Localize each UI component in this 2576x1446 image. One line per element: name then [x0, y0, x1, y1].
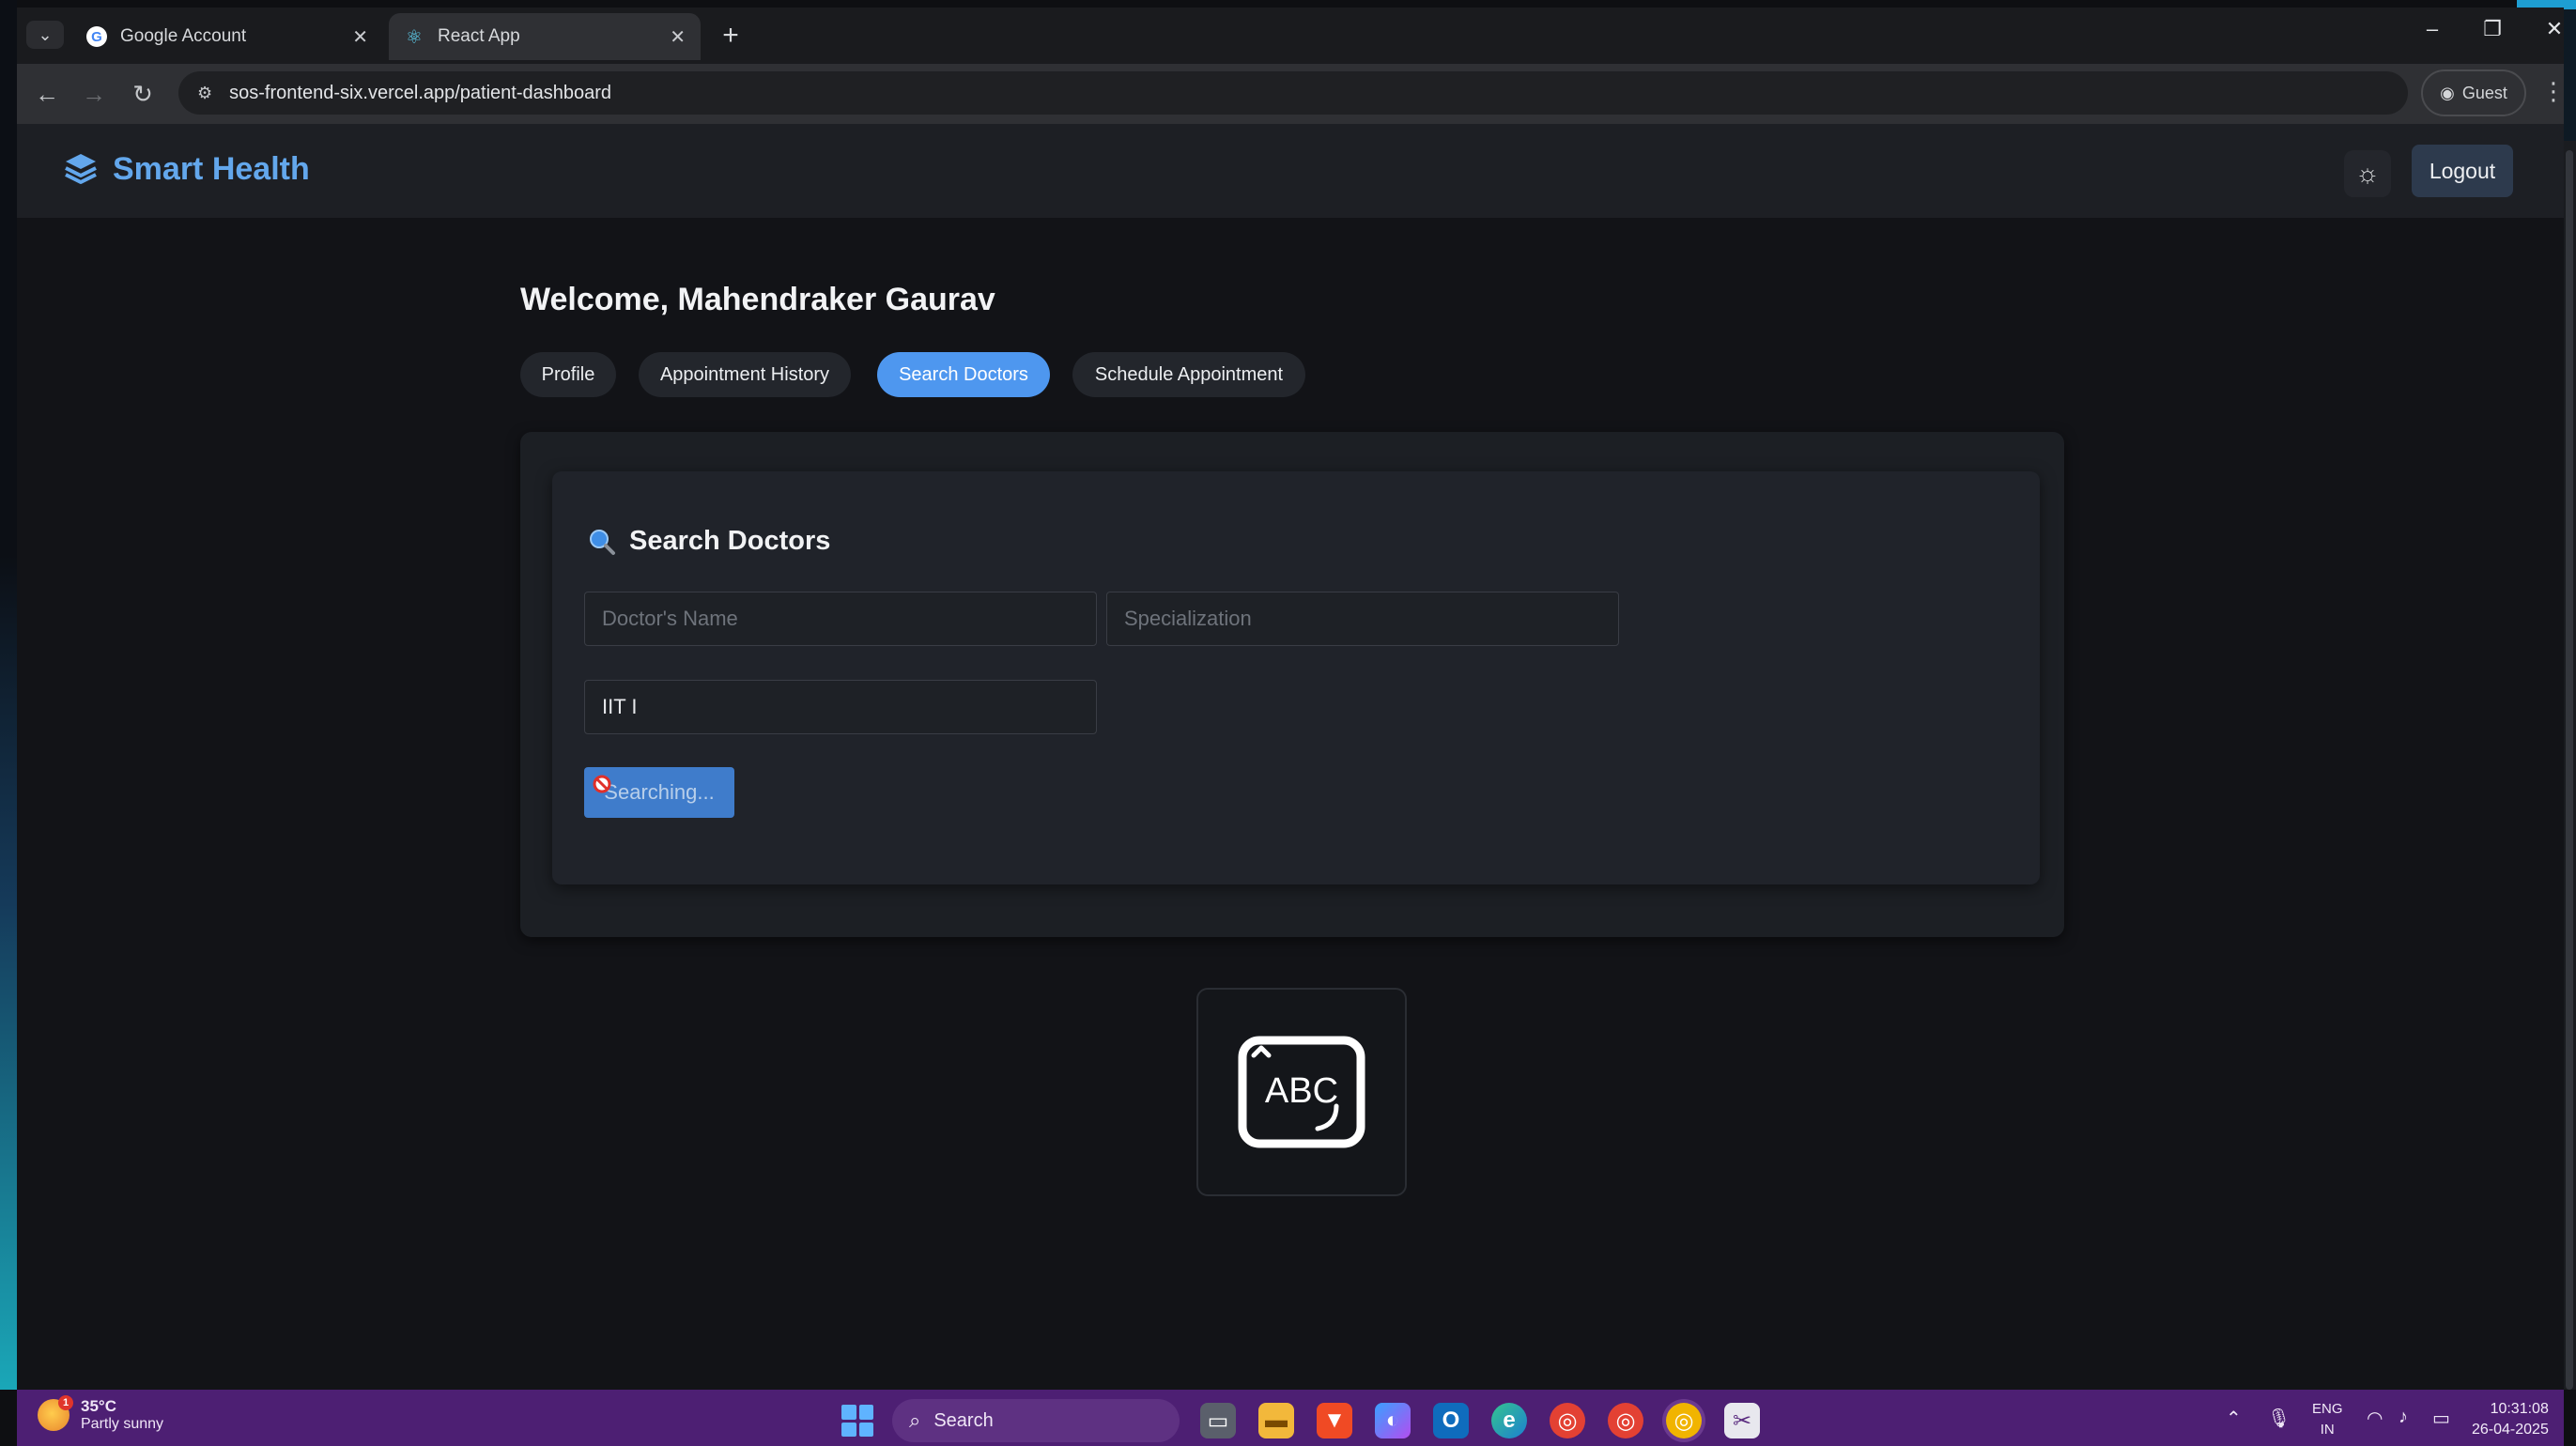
- profile-label: Guest: [2461, 83, 2507, 102]
- brave-browser-icon[interactable]: ▼: [1317, 1403, 1352, 1438]
- reload-icon: ↻: [132, 79, 153, 108]
- outlook-icon[interactable]: O: [1433, 1403, 1469, 1438]
- snipping-tool-icon[interactable]: ✂: [1724, 1403, 1760, 1438]
- not-allowed-cursor-icon: [593, 775, 611, 793]
- arrow-right-icon: →: [82, 79, 106, 108]
- tab-appointment-history[interactable]: Appointment History: [639, 352, 851, 397]
- partly-sunny-icon: 1: [38, 1395, 73, 1431]
- notification-badge: 1: [58, 1395, 73, 1410]
- url-text: sos-frontend-six.vercel.app/patient-dash…: [229, 82, 612, 103]
- volume-icon[interactable]: ♪: [2399, 1407, 2408, 1428]
- tab-title: React App: [438, 26, 520, 46]
- system-clock[interactable]: 10:31:08 26-04-2025: [2472, 1399, 2549, 1440]
- desktop-background-left: [0, 0, 17, 1390]
- search-icon: ⌕: [909, 1408, 921, 1432]
- weather-widget[interactable]: 1 35°C Partly sunny: [38, 1395, 164, 1433]
- chrome-profile-icon[interactable]: ◎: [1608, 1403, 1643, 1438]
- keyboard-abc-icon: ABC: [1238, 1036, 1365, 1148]
- doctor-name-input[interactable]: [584, 592, 1097, 646]
- sun-icon: ☼: [2355, 159, 2380, 188]
- browser-tab-react-app[interactable]: ⚛ React App ✕: [389, 13, 701, 60]
- react-icon: ⚛: [406, 26, 423, 48]
- on-screen-keyboard-tile[interactable]: ABC: [1196, 988, 1407, 1196]
- back-button[interactable]: ←: [28, 75, 66, 113]
- language-code: ENG: [2312, 1401, 2343, 1417]
- close-icon: ✕: [2545, 17, 2564, 40]
- specialization-input[interactable]: [1106, 592, 1619, 646]
- minimize-button[interactable]: –: [2414, 17, 2451, 41]
- profile-button[interactable]: ◉ Guest: [2421, 69, 2526, 116]
- layers-icon: [65, 154, 97, 184]
- keyboard-label: ABC: [1265, 1071, 1338, 1111]
- tab-search-doctors[interactable]: Search Doctors: [877, 352, 1050, 397]
- restore-icon: ❐: [2483, 17, 2502, 40]
- tab-title: Google Account: [120, 26, 247, 46]
- logout-button[interactable]: Logout: [2412, 145, 2513, 197]
- input-language-indicator[interactable]: ENG IN: [2312, 1399, 2343, 1440]
- chevron-up-icon[interactable]: ⌃: [2226, 1407, 2242, 1430]
- user-circle-icon: ◉: [2440, 83, 2455, 102]
- tab-profile[interactable]: Profile: [520, 352, 616, 397]
- location-input[interactable]: [584, 680, 1097, 734]
- new-tab-button[interactable]: +: [714, 19, 748, 53]
- reload-button[interactable]: ↻: [124, 75, 162, 113]
- arrow-left-icon: ←: [35, 79, 59, 108]
- scrollbar-thumb[interactable]: [2566, 150, 2573, 1390]
- chrome-icon[interactable]: ◎: [1550, 1403, 1585, 1438]
- battery-icon[interactable]: ▭: [2432, 1407, 2450, 1430]
- task-view-icon[interactable]: ▭: [1200, 1403, 1236, 1438]
- wifi-icon[interactable]: ◠: [2367, 1407, 2383, 1430]
- weather-temperature: 35°C: [81, 1397, 116, 1415]
- windows-logo-icon: [841, 1405, 856, 1420]
- taskbar-search-label: Search: [933, 1409, 994, 1431]
- edge-icon[interactable]: e: [1491, 1403, 1527, 1438]
- region-code: IN: [2320, 1422, 2335, 1438]
- tab-search-menu-button[interactable]: ⌄: [26, 21, 64, 49]
- clock-time: 10:31:08: [2490, 1401, 2549, 1417]
- copilot-icon[interactable]: ◐: [1375, 1403, 1411, 1438]
- brand-name: Smart Health: [113, 150, 310, 187]
- weather-condition: Partly sunny: [81, 1416, 164, 1432]
- search-title-text: Search Doctors: [629, 526, 831, 556]
- google-icon: G: [86, 26, 107, 47]
- magnifier-icon: [590, 529, 615, 555]
- brand-logo[interactable]: Smart Health: [62, 150, 310, 188]
- plus-icon: +: [722, 20, 739, 51]
- app-header: [17, 124, 2564, 218]
- chrome-active-icon[interactable]: ◎: [1666, 1403, 1702, 1438]
- microphone-icon[interactable]: 🎙: [2267, 1407, 2291, 1430]
- minimize-icon: –: [2426, 17, 2439, 40]
- browser-tab-google-account[interactable]: G Google Account ✕: [71, 13, 383, 60]
- clock-date: 26-04-2025: [2472, 1422, 2549, 1438]
- more-vertical-icon: ⋮: [2541, 77, 2566, 105]
- theme-toggle-button[interactable]: ☼: [2344, 150, 2391, 197]
- browser-menu-button[interactable]: ⋮: [2541, 77, 2566, 106]
- forward-button[interactable]: →: [75, 75, 113, 113]
- page-title: Welcome, Mahendraker Gaurav: [520, 282, 995, 317]
- address-bar[interactable]: ⚙ sos-frontend-six.vercel.app/patient-da…: [178, 71, 2408, 115]
- file-explorer-icon[interactable]: ▬: [1258, 1403, 1294, 1438]
- tab-schedule-appointment[interactable]: Schedule Appointment: [1072, 352, 1305, 397]
- site-settings-icon[interactable]: ⚙: [197, 84, 212, 103]
- search-section-title: Search Doctors: [588, 526, 830, 557]
- start-button[interactable]: [841, 1405, 873, 1437]
- close-window-button[interactable]: ✕: [2536, 17, 2573, 41]
- restore-button[interactable]: ❐: [2474, 17, 2511, 41]
- close-icon[interactable]: ✕: [670, 25, 686, 49]
- taskbar-search[interactable]: ⌕ Search: [892, 1399, 1180, 1442]
- chevron-down-icon: ⌄: [38, 24, 53, 44]
- close-icon[interactable]: ✕: [352, 25, 368, 49]
